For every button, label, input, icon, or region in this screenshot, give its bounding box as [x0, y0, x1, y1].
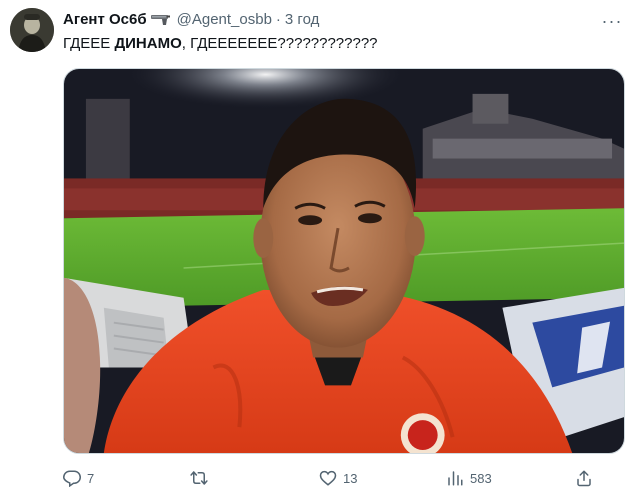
retweet-icon	[190, 471, 208, 485]
reply-icon	[63, 470, 81, 487]
avatar-image	[10, 8, 54, 52]
stadium-selfie-photo	[64, 69, 624, 453]
gun-icon	[150, 14, 171, 26]
tweet-text: ГДЕЕЕ ДИНАМО, ГДЕЕЕЕЕЕЕ????????????	[63, 34, 378, 54]
timestamp[interactable]: 3 год	[285, 10, 319, 30]
more-button[interactable]: ···	[600, 10, 624, 31]
share-button[interactable]	[575, 466, 593, 490]
reply-count: 7	[87, 470, 95, 486]
user-handle[interactable]: @Agent_osbb	[177, 10, 272, 30]
tweet-media[interactable]	[63, 68, 625, 454]
views-icon	[448, 471, 463, 486]
display-name[interactable]: Агент Ос6б	[63, 10, 147, 30]
retweet-button[interactable]	[189, 466, 215, 490]
tweet-text-suffix: , ГДЕЕЕЕЕЕЕ????????????	[181, 35, 378, 52]
like-button[interactable]: 13	[319, 466, 357, 490]
like-icon	[319, 470, 337, 486]
tweet-actions: 7 13 583	[63, 466, 625, 490]
avatar[interactable]	[10, 8, 54, 52]
reply-button[interactable]: 7	[63, 466, 94, 490]
share-icon	[577, 470, 591, 487]
views-button[interactable]: 583	[446, 466, 492, 490]
more-icon: ···	[601, 10, 623, 31]
tweet-text-prefix: ГДЕЕЕ	[63, 35, 115, 52]
tweet-card: Агент Ос6б @Agent_osbb · 3 год ··· ГДЕЕЕ…	[0, 0, 640, 497]
tweet-text-bold: ДИНАМО	[114, 35, 182, 52]
like-count: 13	[343, 470, 358, 486]
views-count: 583	[470, 470, 492, 486]
tweet-header: Агент Ос6б @Agent_osbb · 3 год	[63, 10, 319, 30]
separator-dot: ·	[275, 11, 281, 28]
